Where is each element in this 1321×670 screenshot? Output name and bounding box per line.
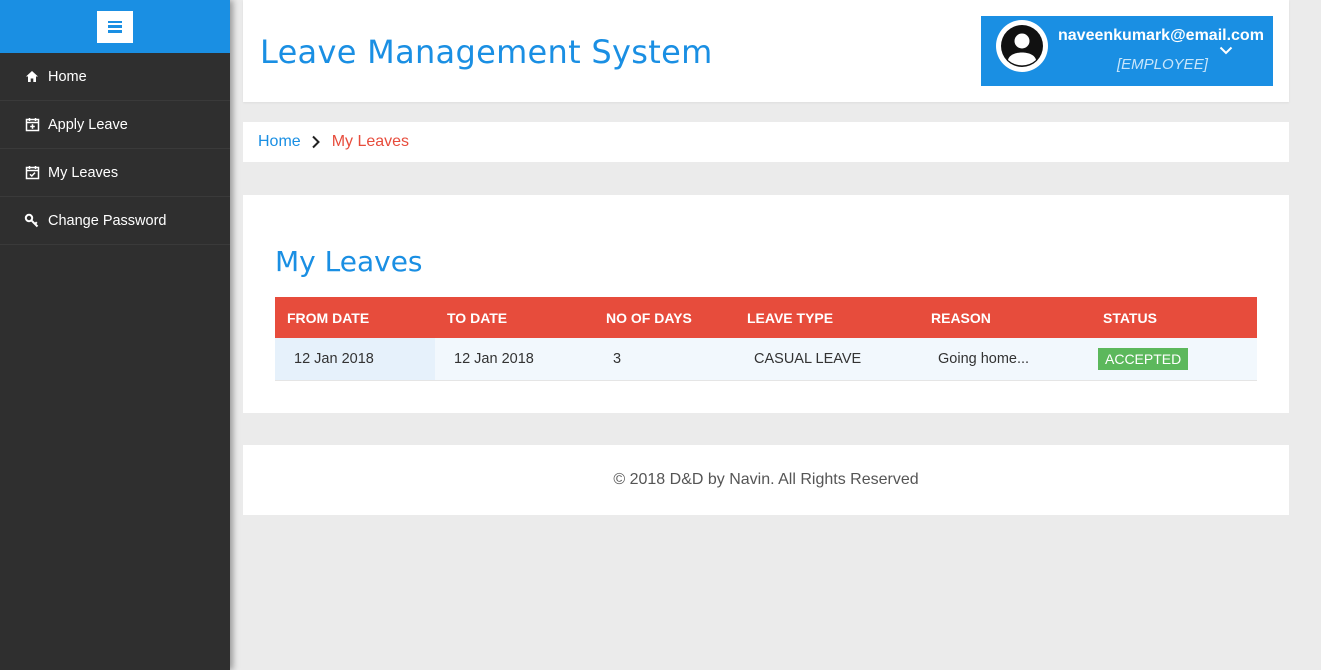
column-header-to-date: TO DATE [447, 309, 508, 326]
calendar-check-icon [24, 165, 40, 181]
user-email: naveenkumark@email.com [1058, 27, 1264, 44]
sidebar: Home Apply Leave My Leaves Change Passwo… [0, 0, 230, 670]
footer: © 2018 D&D by Navin. All Rights Reserved [243, 445, 1289, 515]
sidebar-item-label: My Leaves [48, 164, 119, 181]
leaves-table: FROM DATE TO DATE NO OF DAYS LEAVE TYPE … [275, 297, 1257, 381]
calendar-plus-icon [24, 117, 40, 133]
column-header-from-date: FROM DATE [287, 309, 370, 326]
app-title: Leave Management System [260, 33, 713, 71]
sidebar-item-home[interactable]: Home [0, 53, 230, 101]
user-avatar-icon [996, 20, 1048, 72]
cell-from-date: 12 Jan 2018 [275, 338, 435, 380]
column-header-leave-type: LEAVE TYPE [747, 309, 834, 326]
breadcrumb: Home My Leaves [243, 122, 1289, 162]
page-title: My Leaves [275, 245, 423, 278]
cell-to-date: 12 Jan 2018 [454, 350, 534, 367]
sidebar-item-change-password[interactable]: Change Password [0, 197, 230, 245]
cell-status: ACCEPTED [1091, 338, 1257, 380]
sidebar-item-label: Home [48, 68, 87, 85]
top-header: Leave Management System naveenkumark@ema… [243, 0, 1289, 102]
status-badge: ACCEPTED [1098, 347, 1189, 370]
key-icon [24, 213, 40, 229]
chevron-down-icon [1219, 42, 1233, 60]
table-header-row: FROM DATE TO DATE NO OF DAYS LEAVE TYPE … [275, 297, 1257, 338]
sidebar-item-apply-leave[interactable]: Apply Leave [0, 101, 230, 149]
sidebar-item-label: Change Password [48, 212, 167, 229]
column-header-status: STATUS [1103, 309, 1157, 326]
my-leaves-card: My Leaves FROM DATE TO DATE NO OF DAYS L… [243, 195, 1289, 413]
menu-toggle-button[interactable] [97, 10, 133, 43]
cell-reason: Going home... [938, 350, 1030, 367]
home-icon [24, 69, 40, 85]
chevron-right-icon [311, 135, 320, 149]
breadcrumb-current: My Leaves [331, 133, 410, 150]
sidebar-item-label: Apply Leave [48, 116, 128, 133]
column-header-no-of-days: NO OF DAYS [606, 309, 692, 326]
cell-no-of-days: 3 [613, 350, 622, 367]
cell-leave-type: CASUAL LEAVE [754, 350, 862, 367]
column-header-reason: REASON [931, 309, 991, 326]
footer-copyright: © 2018 D&D by Navin. All Rights Reserved [613, 471, 919, 488]
table-row: 12 Jan 2018 12 Jan 2018 3 CASUAL LEAVE G… [275, 338, 1257, 380]
hamburger-icon [108, 20, 122, 33]
sidebar-item-my-leaves[interactable]: My Leaves [0, 149, 230, 197]
breadcrumb-home-link[interactable]: Home [258, 133, 301, 151]
user-role: [EMPLOYEE] [1117, 56, 1208, 73]
sidebar-header [0, 0, 230, 53]
user-menu[interactable]: naveenkumark@email.com [EMPLOYEE] [981, 16, 1273, 86]
